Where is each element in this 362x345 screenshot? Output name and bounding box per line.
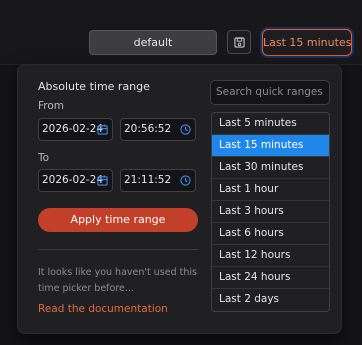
save-icon — [233, 36, 245, 48]
quick-range-item[interactable]: Last 5 minutes — [212, 113, 329, 135]
quick-range-item[interactable]: Last 24 hours — [212, 267, 329, 289]
quick-range-item[interactable]: Last 6 hours — [212, 223, 329, 245]
save-button[interactable] — [227, 30, 251, 54]
to-date-input[interactable]: 2026-02-24 — [38, 169, 113, 192]
clock-icon[interactable] — [180, 124, 191, 135]
first-use-hint: It looks like you haven't used this time… — [38, 265, 198, 297]
from-label: From — [38, 100, 65, 112]
search-quick-ranges-input[interactable]: Search quick ranges — [210, 80, 330, 105]
profile-select[interactable]: default — [89, 30, 217, 55]
quick-range-item[interactable]: Last 30 minutes — [212, 157, 329, 179]
quick-ranges-list: Last 5 minutes Last 15 minutes Last 30 min… — [211, 112, 330, 312]
from-date-input[interactable]: 2026-02-24 — [38, 118, 113, 141]
quick-range-item[interactable]: Last 2 days — [212, 289, 329, 311]
to-label: To — [38, 152, 50, 164]
quick-range-item[interactable]: Last 15 minutes — [212, 135, 329, 157]
time-range-button[interactable]: Last 15 minutes — [262, 29, 352, 56]
quick-range-item[interactable]: Last 12 hours — [212, 245, 329, 267]
hint-line-1: It looks like you haven't used this — [38, 267, 197, 278]
calendar-icon[interactable] — [97, 124, 108, 135]
divider — [38, 249, 198, 250]
from-time-value: 20:56:52 — [124, 123, 172, 135]
top-toolbar: default Last 15 minutes — [0, 0, 362, 65]
clock-icon[interactable] — [180, 175, 191, 186]
from-time-input[interactable]: 20:56:52 — [120, 118, 196, 141]
to-date-value: 2026-02-24 — [42, 174, 104, 186]
documentation-link[interactable]: Read the documentation — [38, 303, 168, 315]
to-time-input[interactable]: 21:11:52 — [120, 169, 196, 192]
time-picker-panel: Absolute time range From 2026-02-24 20:5… — [17, 64, 342, 334]
hint-line-2: time picker before... — [38, 283, 134, 294]
to-time-value: 21:11:52 — [124, 174, 172, 186]
absolute-range-title: Absolute time range — [38, 80, 150, 93]
from-date-value: 2026-02-24 — [42, 123, 104, 135]
quick-range-item[interactable]: Last 1 hour — [212, 179, 329, 201]
quick-range-item[interactable]: Last 3 hours — [212, 201, 329, 223]
calendar-icon[interactable] — [97, 175, 108, 186]
apply-time-range-button[interactable]: Apply time range — [38, 208, 198, 232]
